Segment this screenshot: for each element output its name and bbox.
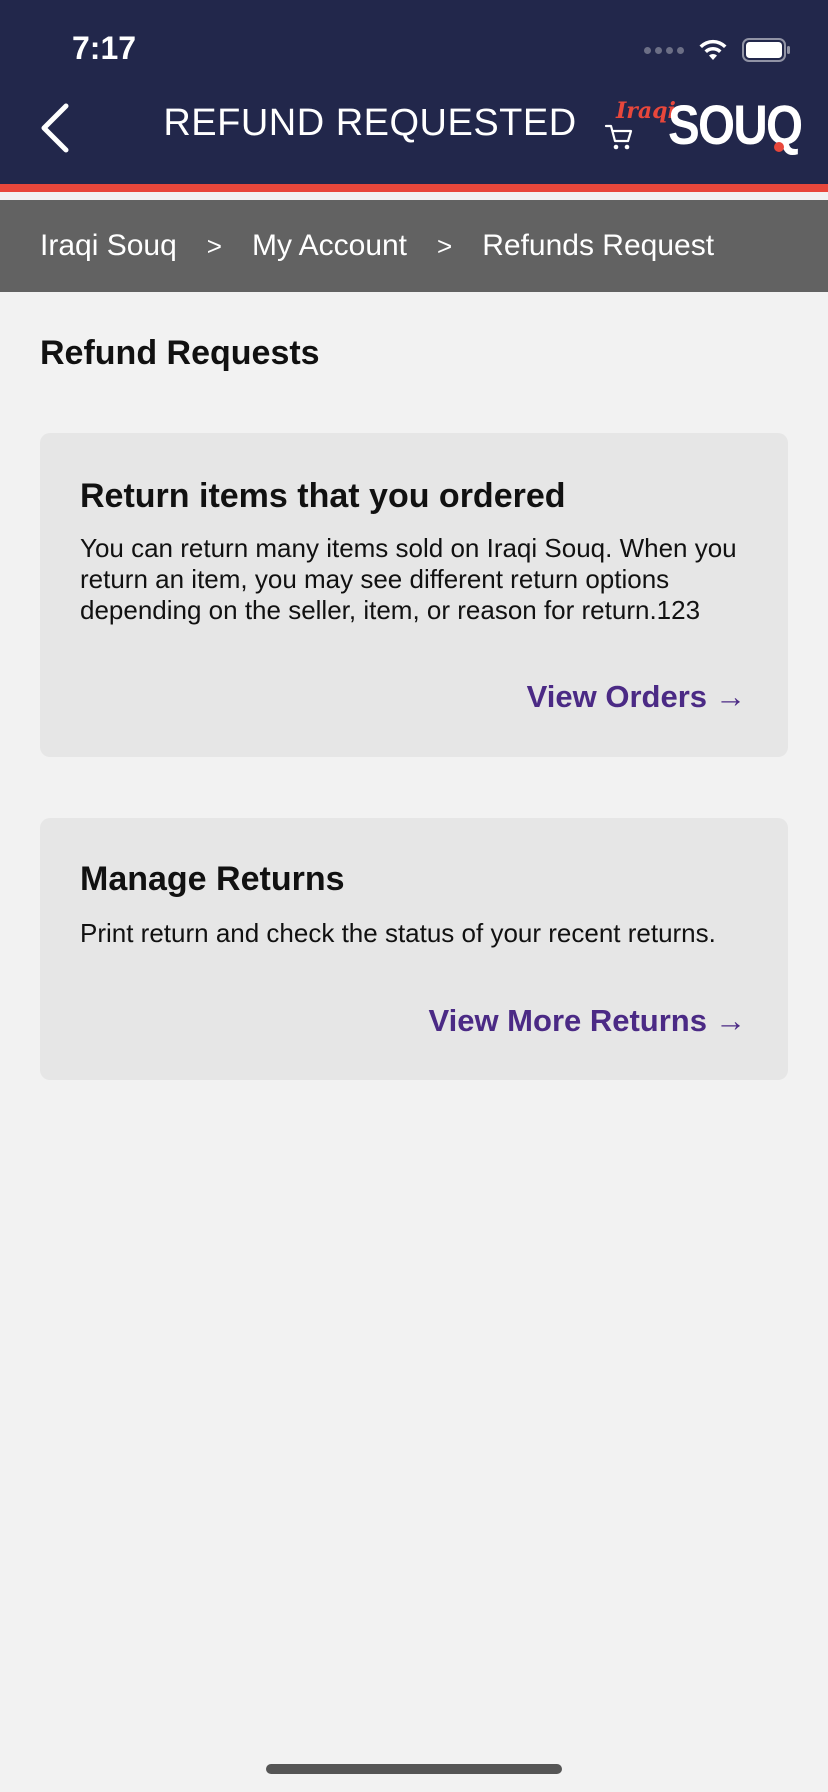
breadcrumb-item-refunds-request: Refunds Request	[482, 229, 715, 262]
link-label: View Orders	[526, 679, 707, 714]
app-header: 7:17 REFUND REQUESTED Iraqi SOUQ	[0, 0, 828, 192]
wifi-icon	[698, 38, 728, 62]
breadcrumb-separator: >	[206, 230, 222, 261]
card-title: Return items that you ordered	[80, 477, 566, 515]
return-items-card: Return items that you ordered You can re…	[40, 433, 788, 757]
view-orders-link[interactable]: View Orders →	[527, 679, 746, 715]
breadcrumb: Iraqi Souq > My Account > Refunds Reques…	[0, 200, 828, 292]
card-description: Print return and check the status of you…	[80, 918, 716, 948]
logo-iraqi-text: Iraqi	[616, 98, 676, 124]
arrow-right-icon: →	[715, 1003, 746, 1038]
signal-icon	[644, 46, 684, 54]
battery-icon	[742, 38, 792, 62]
arrow-right-icon: →	[715, 679, 746, 714]
card-title: Manage Returns	[80, 860, 345, 898]
logo-dot	[774, 142, 784, 152]
manage-returns-card: Manage Returns Print return and check th…	[40, 818, 788, 1080]
status-time: 7:17	[72, 30, 137, 66]
breadcrumb-item-home[interactable]: Iraqi Souq	[40, 229, 177, 263]
iraqi-souq-logo[interactable]: Iraqi SOUQ	[604, 92, 803, 160]
card-description: You can return many items sold on Iraqi …	[80, 533, 737, 625]
breadcrumb-item-my-account[interactable]: My Account	[252, 229, 407, 263]
view-more-returns-link[interactable]: View More Returns →	[428, 1003, 746, 1039]
cart-icon	[604, 124, 633, 150]
breadcrumb-separator: >	[437, 230, 453, 261]
section-title: Refund Requests	[40, 334, 320, 372]
home-indicator[interactable]	[266, 1764, 562, 1774]
link-label: View More Returns	[428, 1003, 707, 1038]
status-indicators	[644, 36, 792, 64]
